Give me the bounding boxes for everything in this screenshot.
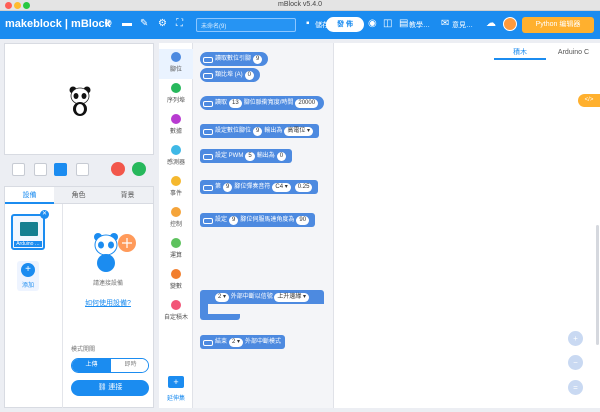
category-dot-icon bbox=[171, 300, 181, 310]
howto-link[interactable]: 如何使用設備? bbox=[65, 298, 151, 308]
book-icon: ▤ bbox=[399, 18, 409, 29]
block-read-analog-pin[interactable]: 類比埠 (A) 0 bbox=[200, 68, 261, 82]
script-area[interactable]: 積木 Arduino C bbox=[333, 43, 600, 408]
tab-sprites[interactable]: 角色 bbox=[54, 187, 103, 204]
app-toolbar: makeblock | mBlock ⊕ ▬ ✎ ⚙ ⛶ 未命名(9) ▪ 儲存… bbox=[0, 11, 600, 39]
settings-icon[interactable]: ⚙ bbox=[158, 19, 167, 29]
block-set-servo[interactable]: 設定 9 腳位伺服馬達角度為 90 bbox=[200, 213, 316, 227]
block-read-digital-pin[interactable]: 讀取數位引腳 9 bbox=[200, 52, 269, 66]
tab-blocks[interactable]: 積木 bbox=[494, 45, 546, 60]
connect-label: 連接 bbox=[108, 384, 123, 391]
category-operators[interactable]: 運算 bbox=[159, 235, 193, 265]
category-dot-icon bbox=[171, 145, 181, 155]
zoom-reset-icon[interactable]: = bbox=[568, 380, 583, 395]
tab-devices[interactable]: 設備 bbox=[5, 187, 54, 204]
category-control[interactable]: 控制 bbox=[159, 204, 193, 234]
block-set-digital-pin[interactable]: 設定數位腳位 9 輸出為 高電位 ▾ bbox=[200, 124, 320, 138]
category-pins[interactable]: 腳位 bbox=[159, 49, 193, 79]
block-categories: 腳位 序列埠 數據 感測器 事件 控制 運算 變數 自定積木 + 延伸集 bbox=[159, 43, 193, 408]
python-editor-button[interactable]: Python 编辑器 bbox=[522, 17, 594, 33]
link-icon: ⛓ bbox=[97, 384, 109, 391]
device-tabs: 設備 角色 背景 bbox=[5, 187, 153, 204]
connect-button[interactable]: ⛓ 連接 bbox=[71, 380, 149, 396]
user-avatar[interactable] bbox=[503, 17, 517, 31]
category-dot-icon bbox=[171, 83, 181, 93]
device-panel: 設備 角色 背景 Arduino … ✕ + 添加 請連接設備 如何使用設備? … bbox=[4, 186, 154, 408]
panda-sprite[interactable] bbox=[68, 86, 92, 116]
block-play-note[interactable]: 第 9 腳位彈奏音符 C4 ▾ 0.25 bbox=[200, 180, 319, 194]
grid-stage-icon[interactable] bbox=[76, 163, 89, 176]
script-scrollbar[interactable] bbox=[596, 225, 599, 345]
code-panel-toggle[interactable]: </> bbox=[578, 94, 600, 107]
split-stage-icon[interactable] bbox=[54, 163, 67, 176]
feedback-button[interactable]: 意見… bbox=[452, 20, 473, 30]
category-my-blocks[interactable]: 自定積木 bbox=[159, 297, 193, 327]
device-name: Arduino … bbox=[14, 241, 42, 247]
mode-upload-option[interactable]: 上傳 bbox=[72, 359, 111, 372]
tab-backgrounds[interactable]: 背景 bbox=[103, 187, 152, 204]
category-dot-icon bbox=[171, 52, 181, 62]
zoom-out-icon[interactable]: − bbox=[568, 355, 583, 370]
add-extension-button[interactable]: + bbox=[168, 376, 184, 388]
small-stage-icon[interactable] bbox=[12, 163, 25, 176]
panel-divider bbox=[62, 204, 63, 408]
category-dot-icon bbox=[171, 176, 181, 186]
tutorial-button[interactable]: 教學… bbox=[409, 20, 430, 30]
block-end-interrupt[interactable]: 結束 2 ▾ 外部中斷模式 bbox=[200, 335, 286, 349]
category-serial[interactable]: 序列埠 bbox=[159, 80, 193, 110]
blocks-palette: 讀取數位引腳 9 類比埠 (A) 0 讀取 13 腳位脈衝寬度/時間 20000 設定數位… bbox=[193, 43, 333, 408]
normal-stage-icon[interactable] bbox=[34, 163, 47, 176]
app-logo: makeblock | mBlock bbox=[5, 18, 111, 30]
arduino-board-icon bbox=[20, 222, 38, 236]
mode-switch[interactable]: 上傳 即時 bbox=[71, 358, 149, 373]
save-icon: ▪ bbox=[306, 18, 310, 29]
add-device-button[interactable]: + 添加 bbox=[17, 261, 39, 291]
interrupt-block-side bbox=[200, 304, 208, 314]
category-dot-icon bbox=[171, 269, 181, 279]
edit-icon[interactable]: ✎ bbox=[140, 19, 148, 29]
add-device-label: 添加 bbox=[21, 283, 34, 289]
category-dot-icon bbox=[171, 207, 181, 217]
globe-icon[interactable]: ⊕ bbox=[104, 19, 112, 29]
mode-switch-label: 模式開關 bbox=[71, 347, 96, 353]
block-read-pulse-width[interactable]: 讀取 13 腳位脈衝寬度/時間 20000 bbox=[200, 96, 325, 110]
category-variables[interactable]: 變數 bbox=[159, 266, 193, 296]
cloud-icon[interactable]: ☁ bbox=[486, 19, 496, 29]
block-set-pwm[interactable]: 設定 PWM 5 輸出為 0 bbox=[200, 149, 293, 163]
green-flag-button[interactable] bbox=[132, 162, 146, 176]
category-data[interactable]: 數據 bbox=[159, 111, 193, 141]
project-name-input[interactable]: 未命名(9) bbox=[196, 18, 296, 32]
connect-device-illustration bbox=[94, 233, 136, 272]
eye-icon[interactable]: ◉ bbox=[368, 19, 377, 29]
fullscreen-icon[interactable]: ⛶ bbox=[176, 19, 183, 29]
share-button[interactable]: 發 佈 bbox=[326, 17, 364, 32]
stop-button[interactable] bbox=[111, 162, 125, 176]
window-titlebar: mBlock v5.4.0 bbox=[0, 0, 600, 11]
category-sensors[interactable]: 感測器 bbox=[159, 142, 193, 172]
code-icon[interactable]: ◫ bbox=[383, 19, 392, 29]
extension-label[interactable]: 延伸集 bbox=[159, 393, 193, 402]
category-events[interactable]: 事件 bbox=[159, 173, 193, 203]
arduino-device-card[interactable]: Arduino … bbox=[11, 214, 45, 250]
zoom-in-icon[interactable]: + bbox=[568, 331, 583, 346]
remove-device-icon[interactable]: ✕ bbox=[40, 210, 49, 219]
stage-canvas[interactable] bbox=[4, 43, 154, 155]
feedback-icon: ✉ bbox=[441, 18, 450, 29]
window-title: mBlock v5.4.0 bbox=[278, 1, 322, 8]
code-view-tabs: 積木 Arduino C bbox=[494, 45, 600, 60]
category-dot-icon bbox=[171, 238, 181, 248]
plus-icon: + bbox=[21, 263, 35, 277]
category-dot-icon bbox=[171, 114, 181, 124]
mode-live-option[interactable]: 即時 bbox=[111, 359, 148, 372]
connect-hint: 請連接設備 bbox=[92, 281, 123, 287]
tab-arduino-c[interactable]: Arduino C bbox=[546, 45, 600, 60]
interrupt-block-bottom bbox=[200, 314, 240, 320]
folder-icon[interactable]: ▬ bbox=[122, 19, 132, 29]
